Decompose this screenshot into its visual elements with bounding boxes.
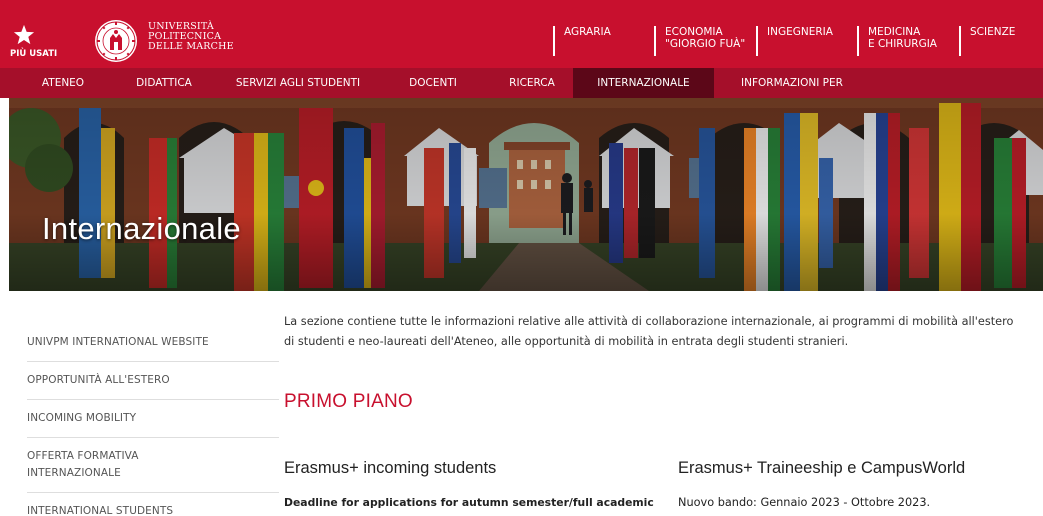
faculty-link-scienze[interactable]: SCIENZE bbox=[959, 26, 1015, 56]
sidebar-item-label: INTERNAZIONALE bbox=[27, 467, 121, 479]
sidebar-item-opportunita-estero[interactable]: OPPORTUNITÀ ALL'ESTERO bbox=[27, 362, 279, 400]
faculty-links: AGRARIA ECONOMIA "GIORGIO FUÀ" INGEGNERI… bbox=[0, 26, 1043, 60]
faculty-label: INGEGNERIA bbox=[767, 26, 833, 38]
hero-photo bbox=[9, 98, 1043, 291]
sidebar-menu: UNIVPM INTERNATIONAL WEBSITE OPPORTUNITÀ… bbox=[27, 322, 279, 516]
faculty-link-agraria[interactable]: AGRARIA bbox=[553, 26, 611, 56]
nav-item-didattica[interactable]: DIDATTICA bbox=[124, 68, 204, 98]
sidebar-item-international-website[interactable]: UNIVPM INTERNATIONAL WEBSITE bbox=[27, 322, 279, 362]
nav-item-ricerca[interactable]: RICERCA bbox=[494, 68, 570, 98]
main-navigation: ATENEO DIDATTICA SERVIZI AGLI STUDENTI D… bbox=[0, 68, 1043, 98]
faculty-label: E CHIRURGIA bbox=[868, 38, 937, 50]
news-card-text: Deadline for applications for autumn sem… bbox=[284, 496, 654, 509]
intro-text: La sezione contiene tutte le informazion… bbox=[284, 312, 1039, 352]
faculty-link-economia[interactable]: ECONOMIA "GIORGIO FUÀ" bbox=[654, 26, 745, 56]
sidebar-item-label: OPPORTUNITÀ ALL'ESTERO bbox=[27, 374, 170, 386]
nav-item-internazionale[interactable]: INTERNAZIONALE bbox=[573, 68, 714, 98]
sidebar-item-incoming-mobility[interactable]: INCOMING MOBILITY bbox=[27, 400, 279, 438]
sidebar-item-offerta-formativa[interactable]: OFFERTA FORMATIVA INTERNAZIONALE bbox=[27, 438, 279, 493]
sidebar-item-label: UNIVPM INTERNATIONAL WEBSITE bbox=[27, 336, 209, 348]
nav-item-docenti[interactable]: DOCENTI bbox=[396, 68, 470, 98]
nav-item-servizi-studenti[interactable]: SERVIZI AGLI STUDENTI bbox=[228, 68, 368, 98]
news-card-text: Nuovo bando: Gennaio 2023 - Ottobre 2023… bbox=[678, 496, 931, 509]
section-title: PRIMO PIANO bbox=[284, 391, 413, 412]
sidebar-item-international-students[interactable]: INTERNATIONAL STUDENTS bbox=[27, 493, 279, 516]
faculty-link-ingegneria[interactable]: INGEGNERIA bbox=[756, 26, 833, 56]
sidebar-item-label: INTERNATIONAL STUDENTS bbox=[27, 505, 174, 516]
faculty-label: MEDICINA bbox=[868, 26, 921, 38]
hero-banner: Internazionale bbox=[9, 98, 1043, 291]
page-title: Internazionale bbox=[42, 211, 241, 246]
sidebar-item-label: INCOMING MOBILITY bbox=[27, 412, 137, 424]
faculty-label: "GIORGIO FUÀ" bbox=[665, 38, 746, 50]
intro-line: La sezione contiene tutte le informazion… bbox=[284, 315, 1014, 328]
news-card-title[interactable]: Erasmus+ incoming students bbox=[284, 459, 496, 478]
faculty-label: ECONOMIA bbox=[665, 26, 723, 38]
top-bar: PIÙ USATI UNIVERSITÀ POLITECNICA DELLE M… bbox=[0, 0, 1043, 68]
faculty-label: AGRARIA bbox=[564, 26, 611, 38]
news-card-title[interactable]: Erasmus+ Traineeship e CampusWorld bbox=[678, 459, 965, 478]
sidebar-item-label: OFFERTA FORMATIVA bbox=[27, 450, 139, 462]
faculty-label: SCIENZE bbox=[970, 26, 1016, 38]
intro-line: di studenti e neo-laureati dell'Ateneo, … bbox=[284, 335, 849, 348]
faculty-link-medicina[interactable]: MEDICINA E CHIRURGIA bbox=[857, 26, 937, 56]
nav-item-informazioni-per[interactable]: INFORMAZIONI PER bbox=[724, 68, 860, 98]
nav-item-ateneo[interactable]: ATENEO bbox=[30, 68, 96, 98]
